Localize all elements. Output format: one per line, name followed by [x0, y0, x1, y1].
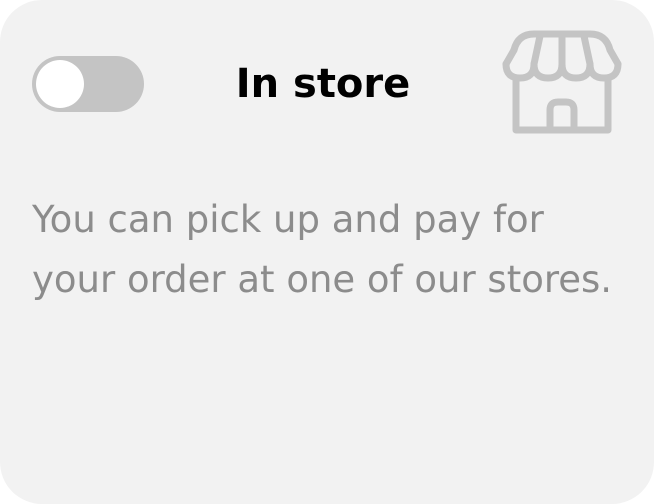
in-store-option-card[interactable]: In store You can pick up and pay for you… — [0, 0, 654, 504]
option-title: In store — [235, 61, 411, 107]
option-description: You can pick up and pay for your order a… — [32, 198, 613, 301]
in-store-toggle[interactable] — [32, 56, 144, 112]
store-icon — [502, 30, 622, 134]
toggle-knob — [36, 60, 84, 108]
